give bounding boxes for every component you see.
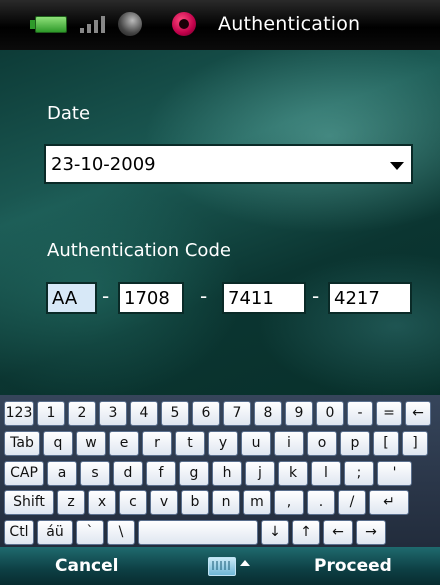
key[interactable]: =: [376, 401, 402, 426]
code-field-4[interactable]: 4217: [328, 282, 412, 314]
key[interactable]: CAP: [4, 461, 44, 486]
keyboard-row: CAP a s d f g h j k l; ': [4, 461, 412, 486]
code-field-2[interactable]: 1708: [118, 282, 184, 314]
battery-icon: [30, 16, 67, 33]
key[interactable]: ←: [405, 401, 431, 426]
code-separator: -: [200, 284, 208, 308]
key[interactable]: Ctl: [4, 520, 34, 545]
key[interactable]: 4: [130, 401, 158, 426]
keyboard-row: 123 1 2 3 4 5 6 7 8 9 0- = ←: [4, 401, 431, 426]
softkey-bar: Cancel Proceed: [0, 547, 440, 585]
authentication-code-label: Authentication Code: [47, 240, 231, 261]
key[interactable]: 5: [161, 401, 189, 426]
key[interactable]: n: [212, 490, 240, 515]
key[interactable]: Tab: [4, 431, 40, 456]
key[interactable]: /: [338, 490, 366, 515]
key[interactable]: w: [76, 431, 106, 456]
key[interactable]: ↑: [292, 520, 320, 545]
key[interactable]: \: [107, 520, 135, 545]
keyboard-row: Shift z x c v b n m,. / ↵: [4, 490, 409, 515]
key[interactable]: 123: [4, 401, 34, 426]
key[interactable]: a: [47, 461, 77, 486]
key-space[interactable]: [138, 520, 258, 545]
key[interactable]: .: [307, 490, 335, 515]
key[interactable]: r: [142, 431, 172, 456]
key[interactable]: →: [356, 520, 386, 545]
key[interactable]: 9: [285, 401, 313, 426]
key[interactable]: 8: [254, 401, 282, 426]
key[interactable]: [: [373, 431, 399, 456]
screen: Authentication Date 23-10-2009 Authentic…: [0, 0, 440, 585]
signal-icon: [80, 13, 105, 33]
key[interactable]: 0: [316, 401, 344, 426]
key[interactable]: t: [175, 431, 205, 456]
app-icon: [172, 12, 196, 36]
key[interactable]: ,: [274, 490, 304, 515]
cancel-softkey[interactable]: Cancel: [55, 556, 118, 576]
key[interactable]: h: [212, 461, 242, 486]
date-value: 23-10-2009: [51, 154, 156, 175]
key[interactable]: d: [113, 461, 143, 486]
key[interactable]: áü: [37, 520, 73, 545]
title-bar: Authentication: [0, 0, 440, 50]
keyboard-row: Tab q w e r t y u i o p[]: [4, 431, 428, 456]
key[interactable]: x: [88, 490, 116, 515]
key[interactable]: i: [274, 431, 304, 456]
code-separator: -: [312, 284, 320, 308]
on-screen-keyboard: 123 1 2 3 4 5 6 7 8 9 0- = ← Tab q w e r t y u i o p[] CAP a s d f g h…: [0, 395, 440, 547]
globe-icon: [118, 12, 142, 36]
key[interactable]: j: [245, 461, 275, 486]
key[interactable]: p: [340, 431, 370, 456]
key[interactable]: o: [307, 431, 337, 456]
caret-up-icon[interactable]: [240, 560, 250, 566]
key[interactable]: g: [179, 461, 209, 486]
key[interactable]: 6: [192, 401, 220, 426]
key[interactable]: Shift: [4, 490, 54, 515]
keyboard-row: Ctl áü ` \ ↓ ↑ ← →: [4, 520, 386, 545]
key[interactable]: y: [208, 431, 238, 456]
key[interactable]: c: [119, 490, 147, 515]
code-separator: -: [102, 284, 110, 308]
window-title: Authentication: [218, 13, 361, 35]
keyboard-icon[interactable]: [208, 557, 236, 576]
code-field-3[interactable]: 7411: [222, 282, 306, 314]
key[interactable]: ↵: [369, 490, 409, 515]
key[interactable]: b: [181, 490, 209, 515]
key[interactable]: l: [311, 461, 341, 486]
key[interactable]: ]: [402, 431, 428, 456]
key[interactable]: ;: [344, 461, 374, 486]
key[interactable]: 7: [223, 401, 251, 426]
form-area: Date 23-10-2009 Authentication Code AA -…: [0, 50, 440, 395]
proceed-softkey[interactable]: Proceed: [314, 556, 392, 576]
dropdown-arrow-icon[interactable]: [390, 162, 404, 170]
key[interactable]: k: [278, 461, 308, 486]
key[interactable]: 3: [99, 401, 127, 426]
key[interactable]: 2: [68, 401, 96, 426]
key[interactable]: q: [43, 431, 73, 456]
key[interactable]: 1: [37, 401, 65, 426]
key[interactable]: s: [80, 461, 110, 486]
key[interactable]: `: [76, 520, 104, 545]
key[interactable]: ↓: [261, 520, 289, 545]
key[interactable]: v: [150, 490, 178, 515]
key[interactable]: e: [109, 431, 139, 456]
key[interactable]: ←: [323, 520, 353, 545]
key[interactable]: m: [243, 490, 271, 515]
key[interactable]: u: [241, 431, 271, 456]
key[interactable]: -: [347, 401, 373, 426]
date-label: Date: [47, 103, 91, 124]
key[interactable]: z: [57, 490, 85, 515]
key[interactable]: f: [146, 461, 176, 486]
date-dropdown[interactable]: 23-10-2009: [44, 144, 413, 184]
code-field-1[interactable]: AA: [46, 282, 97, 314]
key[interactable]: ': [377, 461, 412, 486]
